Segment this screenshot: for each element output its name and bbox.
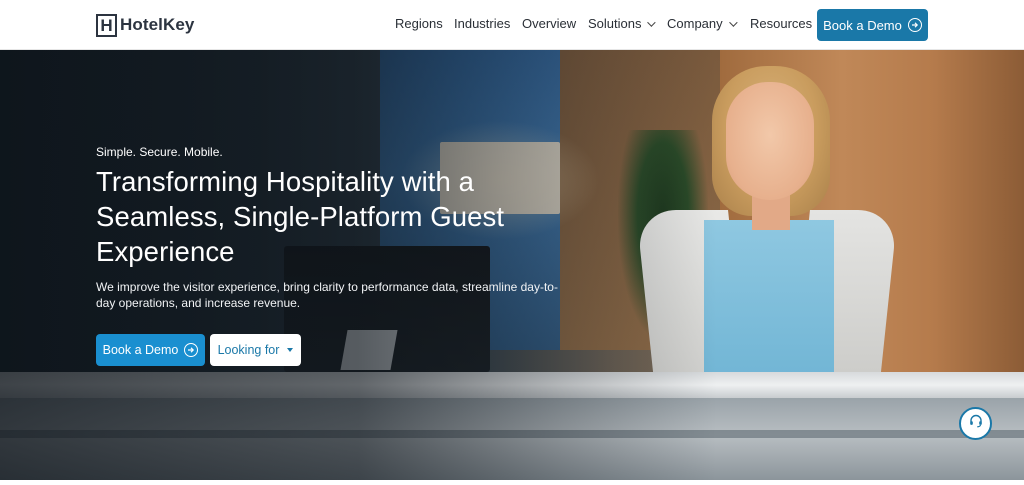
nav-item-solutions-label: Solutions bbox=[588, 16, 642, 31]
logo-mark-icon: H bbox=[96, 13, 117, 37]
nav-item-industries[interactable]: Industries bbox=[454, 16, 510, 31]
hero-subtext: We improve the visitor experience, bring… bbox=[96, 280, 558, 310]
book-demo-hero-button[interactable]: Book a Demo bbox=[96, 334, 205, 366]
nav-item-company-label: Company bbox=[667, 16, 723, 31]
looking-for-label: Looking for bbox=[217, 343, 280, 357]
chevron-down-icon bbox=[647, 17, 657, 27]
looking-for-dropdown[interactable]: Looking for bbox=[210, 334, 301, 366]
nav-item-regions[interactable]: Regions bbox=[395, 16, 443, 31]
arrow-circle-right-icon bbox=[907, 18, 922, 32]
logo-text: HotelKey bbox=[120, 15, 195, 34]
nav-item-resources[interactable]: Resources bbox=[750, 16, 812, 31]
hotelkey-logo[interactable]: H HotelKey bbox=[96, 13, 195, 37]
chevron-down-icon bbox=[728, 17, 738, 27]
arrow-circle-right-icon bbox=[184, 343, 199, 357]
hero-tagline: Simple. Secure. Mobile. bbox=[96, 145, 223, 159]
nav-item-company[interactable]: Company bbox=[667, 16, 738, 31]
book-demo-header-label: Book a Demo bbox=[823, 17, 902, 33]
hero-section: Simple. Secure. Mobile. Transforming Hos… bbox=[0, 50, 1024, 480]
nav-item-solutions[interactable]: Solutions bbox=[588, 16, 657, 31]
headset-support-icon bbox=[968, 413, 984, 434]
hero-headline: Transforming Hospitality with a Seamless… bbox=[96, 166, 505, 267]
caret-down-icon bbox=[287, 348, 294, 352]
book-demo-hero-label: Book a Demo bbox=[102, 343, 179, 357]
page-bottom-strip bbox=[0, 480, 1024, 485]
book-demo-header-button[interactable]: Book a Demo bbox=[817, 9, 928, 41]
support-chat-button[interactable] bbox=[959, 407, 992, 440]
site-header: H HotelKey Regions Industries Overview S… bbox=[0, 0, 1024, 50]
nav-item-overview[interactable]: Overview bbox=[522, 16, 576, 31]
